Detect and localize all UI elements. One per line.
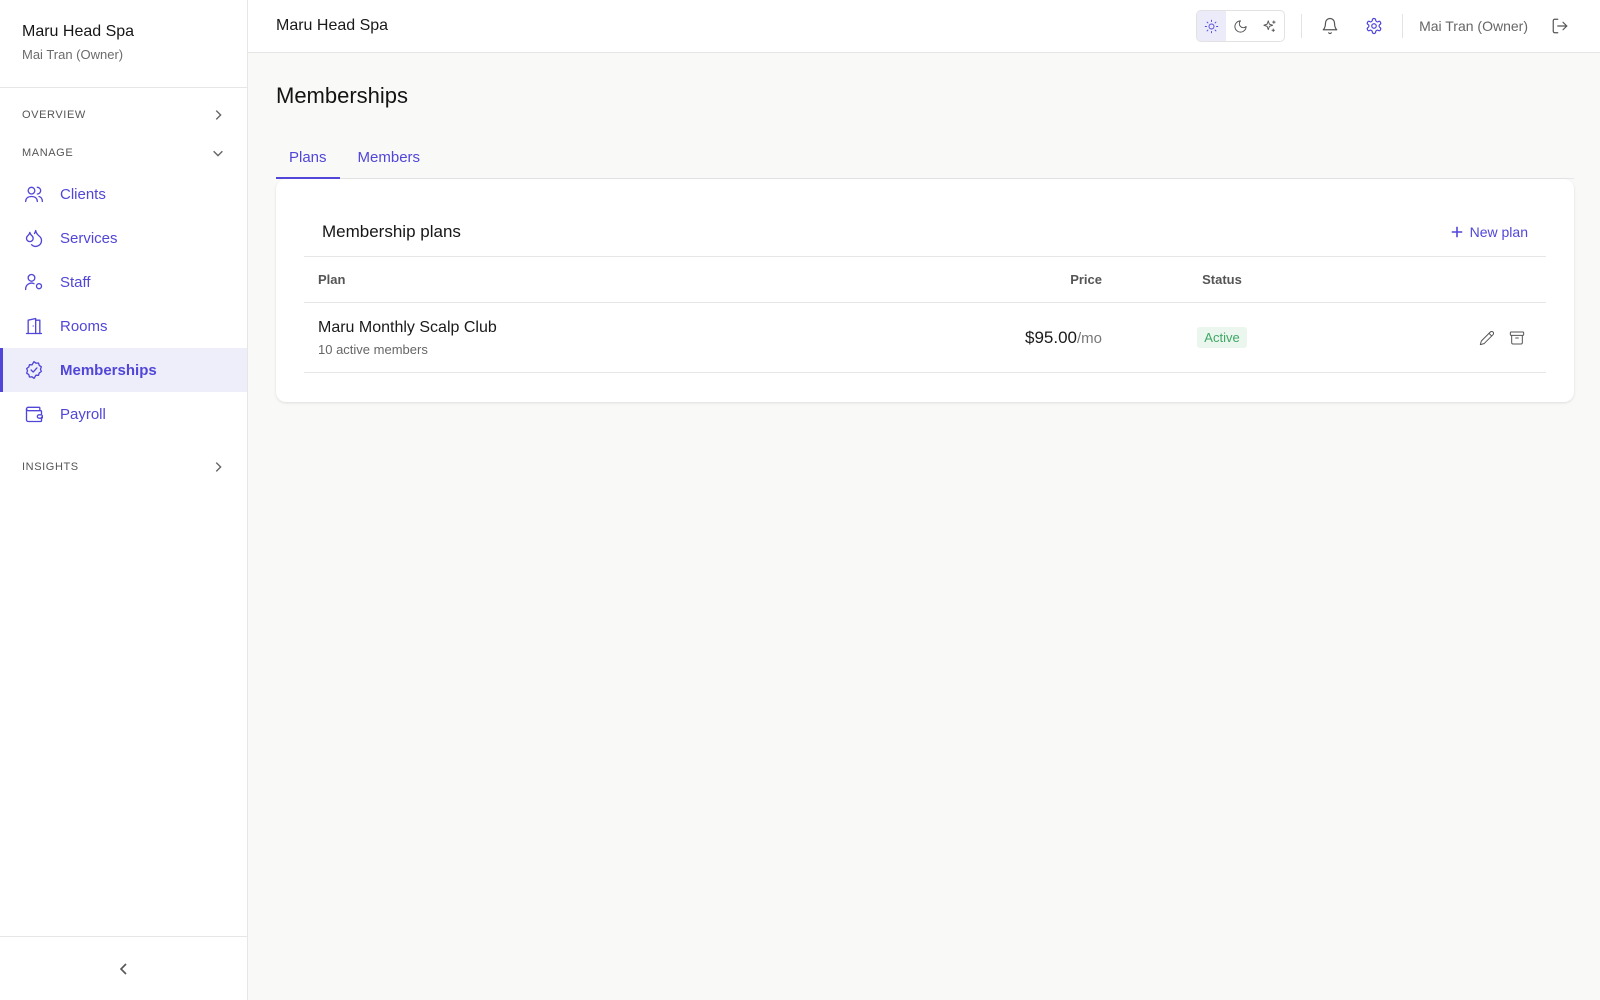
gear-icon <box>1366 17 1382 35</box>
section-overview[interactable]: OVERVIEW <box>0 96 247 134</box>
section-insights[interactable]: INSIGHTS <box>0 448 247 486</box>
divider <box>1402 14 1404 38</box>
badge-check-icon <box>24 359 46 381</box>
brand: Maru Head Spa Mai Tran (Owner) <box>0 0 247 88</box>
sidebar-item-label: Clients <box>60 185 106 203</box>
archive-icon <box>1509 331 1525 344</box>
theme-switcher <box>1196 10 1286 42</box>
sidebar-item-memberships[interactable]: Memberships <box>0 348 247 392</box>
status-badge: Active <box>1197 327 1247 348</box>
archive-plan-button[interactable] <box>1508 329 1526 347</box>
sparkles-icon <box>1263 19 1276 32</box>
sidebar-item-label: Rooms <box>60 317 108 335</box>
theme-auto-button[interactable] <box>1255 11 1284 41</box>
sidebar-item-label: Memberships <box>60 361 157 379</box>
section-insights-label: INSIGHTS <box>22 461 79 473</box>
sidebar-item-services[interactable]: Services <box>0 216 247 260</box>
collapse-sidebar-button[interactable] <box>0 936 247 1000</box>
chevron-right-icon <box>215 110 222 120</box>
plan-cell: Maru Monthly Scalp Club 10 active member… <box>318 319 958 357</box>
chevron-right-icon <box>215 462 222 472</box>
plan-price-unit: /mo <box>1076 329 1102 347</box>
bell-icon <box>1322 17 1338 35</box>
theme-dark-button[interactable] <box>1226 11 1255 41</box>
price-cell: $95.00/mo <box>958 328 1102 348</box>
actions-cell <box>1342 329 1532 347</box>
brand-name: Maru Head Spa <box>22 23 135 40</box>
logout-button[interactable] <box>1548 14 1572 38</box>
tab-members[interactable]: Members <box>345 137 434 178</box>
chevron-down-icon <box>213 150 223 157</box>
sidebar-item-rooms[interactable]: Rooms <box>0 304 247 348</box>
brand-user: Mai Tran (Owner) <box>22 47 124 62</box>
chevron-left-icon <box>119 962 127 975</box>
section-manage-label: MANAGE <box>22 147 74 159</box>
sidebar-item-staff[interactable]: Staff <box>0 260 247 304</box>
tabs: Plans Members <box>276 137 1574 179</box>
column-header-plan: Plan <box>318 272 346 287</box>
section-overview-label: OVERVIEW <box>22 109 86 121</box>
pencil-icon <box>1479 330 1494 345</box>
tab-plans[interactable]: Plans <box>276 137 340 179</box>
topbar: Maru Head Spa Mai Tran (Owner) <box>248 0 1600 53</box>
user-cog-icon <box>24 271 46 293</box>
door-icon <box>24 315 46 337</box>
sidebar-item-payroll[interactable]: Payroll <box>0 392 247 436</box>
sidebar-item-clients[interactable]: Clients <box>0 172 247 216</box>
topbar-title: Maru Head Spa <box>276 17 389 34</box>
logout-icon <box>1552 18 1568 34</box>
edit-plan-button[interactable] <box>1478 329 1496 347</box>
table-header: Plan Price Status <box>304 257 1546 303</box>
wallet-icon <box>24 403 46 425</box>
plan-member-count: 10 active members <box>318 341 428 357</box>
status-cell: Active <box>1102 327 1342 348</box>
plan-name: Maru Monthly Scalp Club <box>318 318 497 336</box>
plus-icon <box>1451 226 1462 237</box>
notifications-button[interactable] <box>1318 14 1342 38</box>
membership-plans-card: Membership plans New plan Plan Price Sta… <box>276 179 1574 402</box>
section-manage[interactable]: MANAGE <box>0 134 247 172</box>
sidebar-item-label: Payroll <box>60 405 106 423</box>
moon-icon <box>1234 19 1247 33</box>
sun-icon <box>1204 19 1219 33</box>
card-title: Membership plans <box>322 221 461 241</box>
sidebar: Maru Head Spa Mai Tran (Owner) OVERVIEW … <box>0 0 248 1000</box>
theme-light-button[interactable] <box>1197 11 1227 41</box>
column-header-price: Price <box>1070 272 1102 287</box>
users-icon <box>24 183 46 205</box>
card-header: Membership plans New plan <box>304 207 1546 257</box>
droplets-icon <box>24 227 46 249</box>
page-title: Memberships <box>276 83 409 108</box>
plan-price: $95.00 <box>1024 327 1077 347</box>
column-header-status: Status <box>1202 272 1242 287</box>
table-row: Maru Monthly Scalp Club 10 active member… <box>304 303 1546 373</box>
current-user: Mai Tran (Owner) <box>1419 18 1528 34</box>
divider <box>1301 14 1303 38</box>
main-content: Memberships Plans Members Membership pla… <box>276 53 1574 402</box>
sidebar-item-label: Staff <box>60 273 91 291</box>
settings-button[interactable] <box>1362 14 1386 38</box>
new-plan-label: New plan <box>1469 223 1528 240</box>
sidebar-item-label: Services <box>60 229 118 247</box>
new-plan-button[interactable]: New plan <box>1450 224 1528 240</box>
